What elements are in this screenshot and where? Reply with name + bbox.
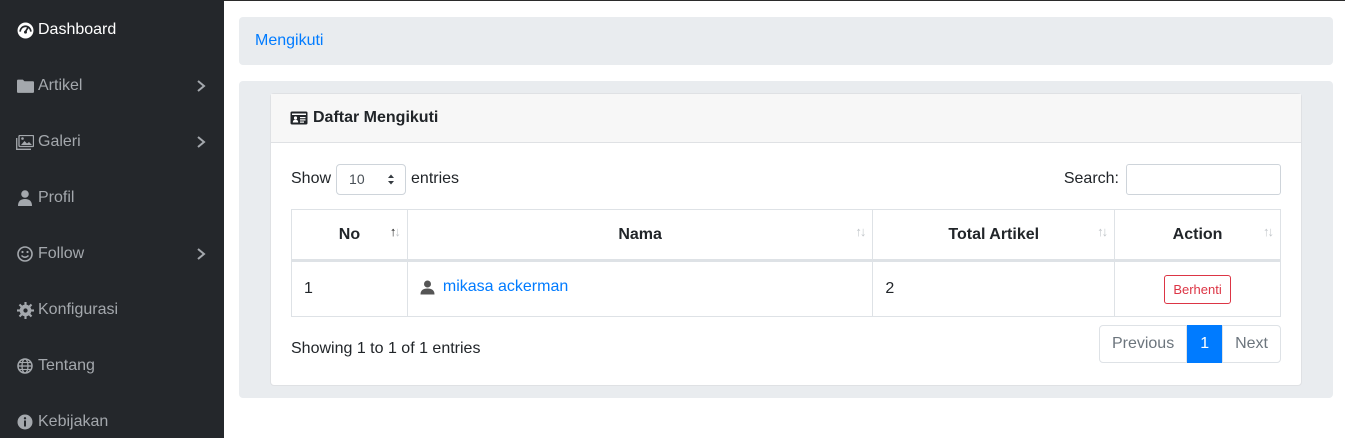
chevron-right-icon — [197, 80, 206, 92]
folder-icon — [16, 77, 34, 95]
images-icon — [16, 133, 34, 151]
pagination: Previous 1 Next — [1098, 325, 1281, 364]
sidebar-item-tentang[interactable]: Tentang — [0, 346, 224, 386]
sidebar-item-galeri[interactable]: Galeri — [0, 122, 224, 162]
search-control: Search: — [1064, 163, 1281, 195]
table-row: 1 mikasa ackerman 2 Berhenti — [291, 260, 1281, 317]
sidebar-item-konfigurasi[interactable]: Konfigurasi — [0, 290, 224, 330]
sidebar-item-label: Follow — [38, 245, 85, 262]
entries-select-value: 10 — [349, 171, 365, 187]
sidebar: Dashboard Artikel Galeri Profil Follow K… — [0, 0, 224, 438]
cell-no: 1 — [291, 260, 408, 317]
user-name: mikasa ackerman — [442, 278, 569, 296]
table-info: Showing 1 to 1 of 1 entries — [291, 340, 481, 357]
unfollow-button[interactable]: Berhenti — [1164, 274, 1231, 304]
sidebar-item-label: Galeri — [38, 133, 81, 150]
cell-total-artikel: 2 — [872, 260, 1116, 317]
cell-nama: mikasa ackerman — [406, 260, 874, 317]
sidebar-item-label: Profil — [38, 189, 75, 206]
sort-icon: ↑↓ — [855, 224, 866, 239]
column-header-no[interactable]: No ↑↓ — [291, 209, 408, 262]
sidebar-item-label: Dashboard — [38, 21, 117, 38]
sidebar-item-dashboard[interactable]: Dashboard — [0, 10, 224, 50]
card-title: Daftar Mengikuti — [313, 109, 439, 126]
card-header: Daftar Mengikuti — [271, 94, 1301, 143]
entries-select[interactable]: 10 — [336, 163, 407, 195]
length-control: Show 10 entries — [291, 163, 459, 195]
smile-icon — [16, 245, 34, 263]
search-label: Search: — [1063, 170, 1119, 187]
select-arrows-icon — [388, 174, 395, 184]
top-border — [224, 0, 1345, 1]
sidebar-item-kebijakan[interactable]: Kebijakan — [0, 402, 224, 442]
chevron-right-icon — [197, 248, 206, 260]
info-icon — [16, 413, 34, 431]
following-table: No ↑↓ Nama ↑↓ Total Artikel ↑↓ Action ↑↓ 1 m… — [291, 209, 1281, 317]
entries-label: entries — [411, 170, 460, 187]
column-header-action[interactable]: Action ↑↓ — [1114, 209, 1281, 262]
show-label: Show — [291, 170, 332, 187]
previous-button[interactable]: Previous — [1098, 325, 1188, 363]
breadcrumb: Mengikuti — [239, 17, 1333, 65]
user-link[interactable]: mikasa ackerman — [420, 278, 568, 296]
column-header-total-artikel[interactable]: Total Artikel ↑↓ — [872, 209, 1116, 262]
sort-icon: ↑↓ — [1097, 224, 1108, 239]
next-button[interactable]: Next — [1222, 325, 1281, 363]
gear-icon — [16, 301, 34, 319]
chevron-right-icon — [197, 136, 206, 148]
sidebar-item-follow[interactable]: Follow — [0, 234, 224, 274]
page-1-button[interactable]: 1 — [1187, 325, 1223, 363]
sidebar-item-label: Kebijakan — [38, 413, 109, 430]
sidebar-item-label: Tentang — [38, 357, 95, 374]
globe-icon — [16, 357, 34, 375]
sort-icon: ↑↓ — [1263, 224, 1274, 239]
column-header-nama[interactable]: Nama ↑↓ — [406, 209, 874, 262]
user-icon — [420, 280, 435, 295]
cell-action: Berhenti — [1114, 260, 1281, 317]
following-card: Daftar Mengikuti Show 10 entries Search:… — [270, 93, 1302, 386]
sort-asc-icon: ↑↓ — [389, 224, 401, 239]
search-input[interactable] — [1126, 163, 1281, 195]
sidebar-item-artikel[interactable]: Artikel — [0, 66, 224, 106]
dashboard-icon — [16, 21, 34, 39]
user-icon — [16, 189, 34, 207]
sidebar-item-profil[interactable]: Profil — [0, 178, 224, 218]
content-wrapper: Daftar Mengikuti Show 10 entries Search:… — [239, 81, 1333, 398]
sidebar-item-label: Artikel — [38, 77, 83, 94]
sidebar-item-label: Konfigurasi — [38, 301, 119, 318]
breadcrumb-link[interactable]: Mengikuti — [255, 32, 323, 50]
id-card-icon — [290, 111, 308, 125]
